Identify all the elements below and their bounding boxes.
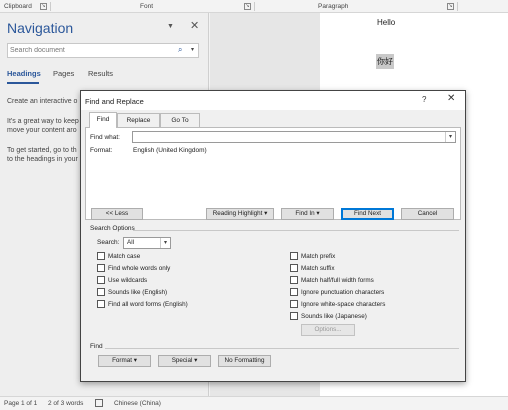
font-launcher-icon[interactable]: ↘ — [244, 3, 251, 10]
document-selected-text[interactable]: 你好 — [376, 54, 394, 69]
ribbon-group-font: Font — [140, 3, 154, 10]
search-direction-value: All — [127, 239, 134, 246]
help-icon[interactable]: ? — [422, 95, 426, 104]
document-text[interactable]: Hello — [377, 18, 395, 27]
ignore-punctuation-checkbox[interactable] — [290, 288, 298, 296]
checkbox-label: Find whole words only — [108, 265, 171, 272]
search-options-title: Search Options — [90, 225, 135, 232]
search-input[interactable] — [10, 45, 170, 56]
ribbon-separator — [457, 2, 458, 11]
close-icon[interactable]: ✕ — [447, 93, 455, 104]
ignore-whitespace-checkbox[interactable] — [290, 300, 298, 308]
find-what-combobox[interactable]: ▾ — [132, 131, 456, 143]
find-replace-dialog: Find and Replace ? ✕ Find Replace Go To … — [80, 90, 466, 382]
options-button[interactable]: Options... — [301, 324, 355, 336]
reading-highlight-button[interactable]: Reading Highlight ▾ — [206, 208, 274, 220]
status-page[interactable]: Page 1 of 1 — [4, 400, 37, 407]
no-formatting-button[interactable]: No Formatting — [218, 355, 271, 367]
wildcards-checkbox[interactable] — [97, 276, 105, 284]
checkbox-label: Match prefix — [301, 253, 336, 260]
search-direction-select[interactable]: All ▾ — [123, 237, 171, 249]
ribbon-group-clipboard: Clipboard — [4, 3, 32, 10]
tab-find[interactable]: Find — [89, 112, 117, 128]
active-tab-indicator — [7, 82, 39, 84]
close-icon[interactable]: ✕ — [190, 19, 199, 32]
format-button[interactable]: Format ▾ — [98, 355, 151, 367]
paragraph-launcher-icon[interactable]: ↘ — [447, 3, 454, 10]
status-bar: Page 1 of 1 2 of 3 words Chinese (China) — [0, 396, 508, 410]
chevron-down-icon[interactable]: ▼ — [167, 23, 174, 30]
format-label: Format: — [90, 147, 113, 154]
ribbon-group-paragraph: Paragraph — [318, 3, 349, 10]
chevron-down-icon[interactable]: ▾ — [445, 132, 455, 142]
format-value: English (United Kingdom) — [133, 147, 207, 154]
search-direction-label: Search: — [97, 239, 120, 246]
match-case-checkbox[interactable] — [97, 252, 105, 260]
clipboard-launcher-icon[interactable]: ↘ — [40, 3, 47, 10]
find-section-title: Find — [90, 343, 103, 350]
tab-headings[interactable]: Headings — [7, 69, 41, 78]
dialog-titlebar[interactable]: Find and Replace ? ✕ — [81, 91, 465, 110]
find-next-button[interactable]: Find Next — [341, 208, 394, 220]
tab-replace[interactable]: Replace — [117, 113, 160, 127]
checkbox-label: Match case — [108, 253, 141, 260]
find-what-input[interactable] — [135, 132, 435, 142]
checkbox-label: Match half/full width forms — [301, 277, 374, 284]
search-icon[interactable]: ⌕ — [178, 45, 182, 55]
navigation-title: Navigation — [7, 20, 74, 36]
find-section-divider — [105, 348, 459, 349]
match-prefix-checkbox[interactable] — [290, 252, 298, 260]
ribbon-group-labels: Clipboard ↘ Font ↘ Paragraph ↘ — [0, 0, 508, 13]
ribbon-separator — [254, 2, 255, 11]
special-button[interactable]: Special ▾ — [158, 355, 211, 367]
status-word-count[interactable]: 2 of 3 words — [48, 400, 83, 407]
find-what-label: Find what: — [90, 134, 120, 141]
status-language[interactable]: Chinese (China) — [114, 400, 161, 407]
tab-pages[interactable]: Pages — [53, 69, 74, 78]
all-word-forms-checkbox[interactable] — [97, 300, 105, 308]
tab-results[interactable]: Results — [88, 69, 113, 78]
sounds-like-japanese-checkbox[interactable] — [290, 312, 298, 320]
tab-go-to[interactable]: Go To — [160, 113, 200, 127]
checkbox-label: Ignore punctuation characters — [301, 289, 385, 296]
cancel-button[interactable]: Cancel — [401, 208, 454, 220]
find-in-button[interactable]: Find In ▾ — [281, 208, 334, 220]
search-options-divider — [133, 230, 459, 231]
navigation-search-box[interactable]: ⌕ ▾ — [7, 43, 199, 58]
match-suffix-checkbox[interactable] — [290, 264, 298, 272]
checkbox-label: Use wildcards — [108, 277, 148, 284]
chevron-down-icon[interactable]: ▾ — [191, 46, 194, 53]
ribbon-separator — [50, 2, 51, 11]
dialog-title: Find and Replace — [85, 97, 144, 106]
whole-words-checkbox[interactable] — [97, 264, 105, 272]
checkbox-label: Ignore white-space characters — [301, 301, 386, 308]
half-full-width-checkbox[interactable] — [290, 276, 298, 284]
proofing-icon[interactable] — [95, 399, 103, 407]
checkbox-label: Find all word forms (English) — [108, 301, 188, 308]
checkbox-label: Sounds like (Japanese) — [301, 313, 367, 320]
checkbox-label: Match suffix — [301, 265, 335, 272]
less-button[interactable]: << Less — [91, 208, 143, 220]
chevron-down-icon[interactable]: ▾ — [160, 238, 170, 248]
sounds-like-english-checkbox[interactable] — [97, 288, 105, 296]
checkbox-label: Sounds like (English) — [108, 289, 168, 296]
